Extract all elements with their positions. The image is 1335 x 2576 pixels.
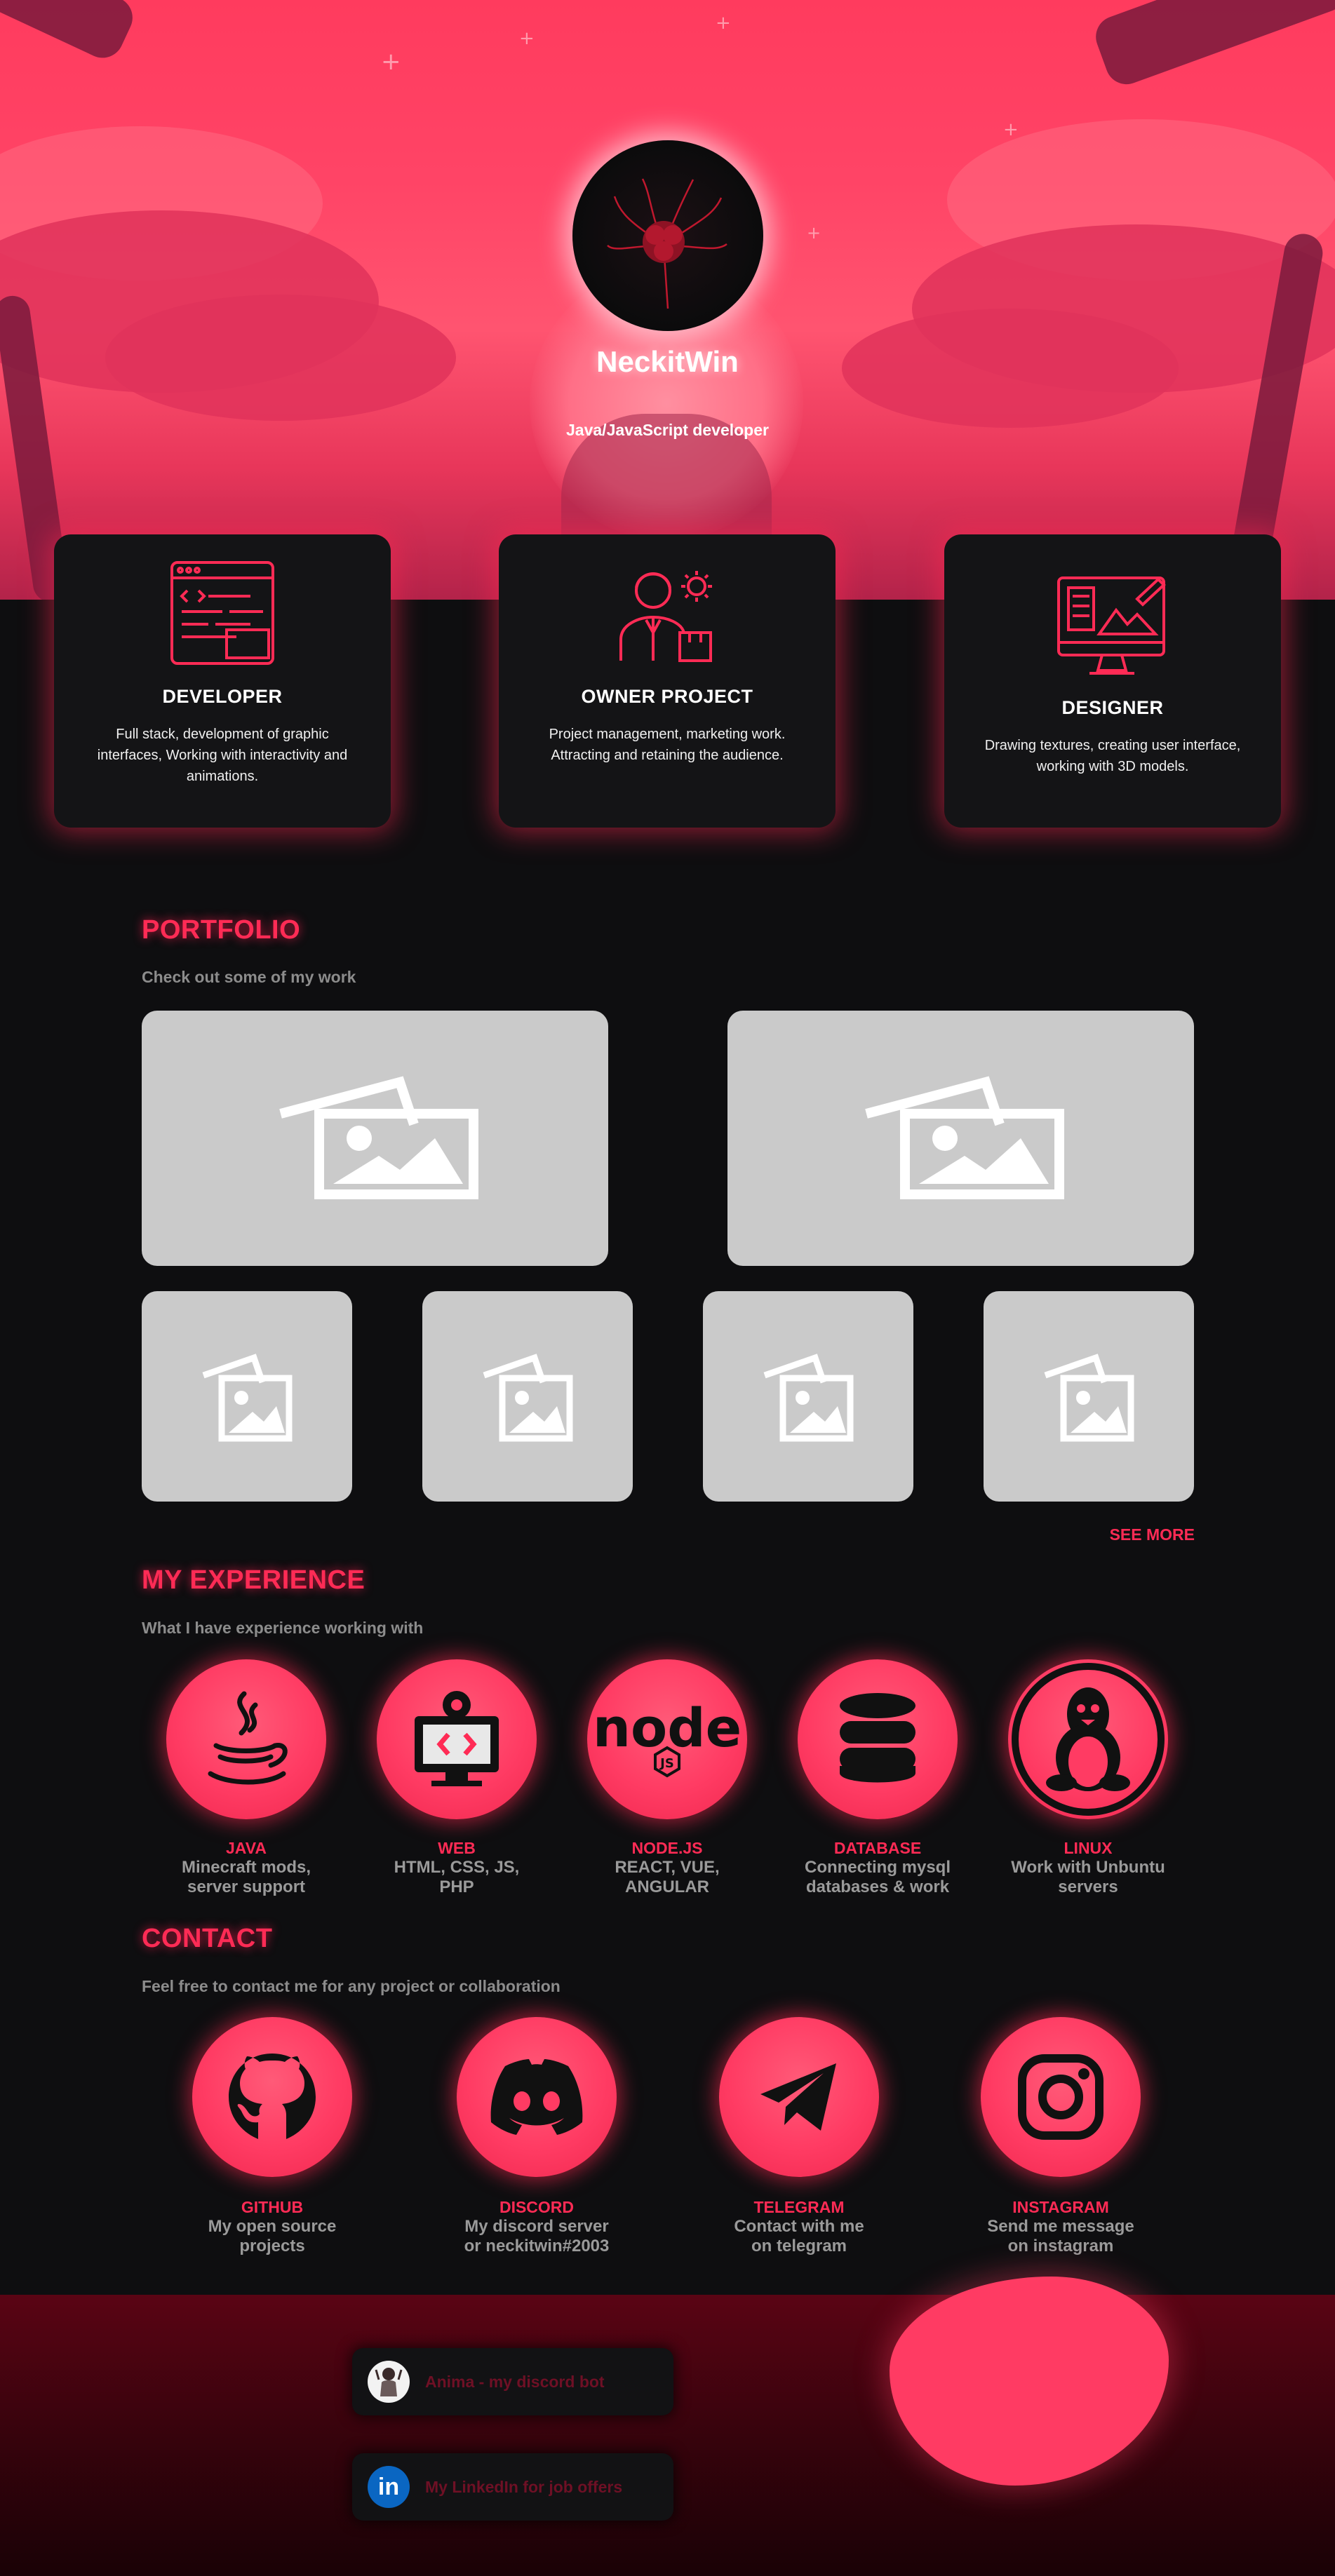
experience-label-linux: LINUX Work with Unbuntu servers — [1011, 1839, 1165, 1896]
discord-icon — [490, 2059, 583, 2135]
discord-bot-link-label: Anima - my discord bot — [425, 2372, 605, 2391]
profile-subtitle: Java/JavaScript developer — [566, 421, 769, 439]
spider-lily-icon — [607, 178, 727, 309]
portfolio-item-small[interactable] — [984, 1291, 1194, 1502]
sparkle-icon: + — [381, 48, 401, 76]
section-subtitle-portfolio: Check out some of my work — [142, 968, 356, 986]
svg-text:node: node — [593, 1697, 741, 1759]
portfolio-item-large[interactable] — [142, 1011, 608, 1266]
portfolio-item-small[interactable] — [142, 1291, 352, 1502]
linux-icon — [1012, 1663, 1165, 1816]
linkedin-icon: in — [368, 2466, 410, 2508]
discord-bot-link[interactable]: Anima - my discord bot — [352, 2348, 673, 2415]
portfolio-item-small[interactable] — [422, 1291, 633, 1502]
card-designer: DESIGNER Drawing textures, creating user… — [944, 534, 1281, 828]
github-button[interactable] — [192, 2017, 352, 2177]
linkedin-link-label: My LinkedIn for job offers — [425, 2477, 623, 2496]
experience-linux — [1008, 1659, 1168, 1819]
java-icon — [208, 1691, 288, 1785]
code-window-icon — [54, 557, 391, 672]
card-developer: DEVELOPER Full stack, development of gra… — [54, 534, 391, 828]
card-owner-project: OWNER PROJECT Project management, market… — [499, 534, 836, 828]
image-placeholder-icon — [763, 1354, 854, 1442]
card-title: DESIGNER — [1061, 697, 1164, 718]
image-placeholder-icon — [864, 1076, 1064, 1199]
instagram-icon — [1018, 2054, 1103, 2140]
contact-label-discord: DISCORD My discord server or neckitwin#2… — [464, 2198, 610, 2255]
sparkle-icon: + — [716, 13, 731, 34]
sparkle-icon: + — [1003, 119, 1019, 140]
card-description: Project management, marketing work. Attr… — [549, 727, 786, 763]
image-placeholder-icon — [483, 1354, 573, 1442]
portfolio-item-small[interactable] — [703, 1291, 913, 1502]
bot-avatar-icon — [368, 2361, 410, 2403]
telegram-icon — [760, 2063, 836, 2131]
experience-nodejs: node JS — [587, 1659, 747, 1819]
experience-label-nodejs: NODE.JS REACT, VUE, ANGULAR — [615, 1839, 720, 1896]
database-icon — [840, 1693, 915, 1783]
experience-java — [166, 1659, 326, 1819]
instagram-button[interactable] — [981, 2017, 1141, 2177]
image-placeholder-icon — [279, 1076, 478, 1199]
section-title-experience: MY EXPERIENCE — [142, 1565, 365, 1595]
contact-label-telegram: TELEGRAM Contact with me on telegram — [734, 2198, 864, 2255]
card-title: OWNER PROJECT — [581, 686, 753, 707]
see-more-link[interactable]: SEE MORE — [1106, 1525, 1195, 1544]
experience-label-java: JAVA Minecraft mods, server support — [181, 1839, 311, 1896]
web-icon — [415, 1691, 499, 1786]
experience-web — [377, 1659, 537, 1819]
section-subtitle-experience: What I have experience working with — [142, 1619, 424, 1637]
experience-label-web: WEB HTML, CSS, JS, PHP — [394, 1839, 520, 1896]
experience-database — [798, 1659, 958, 1819]
section-subtitle-contact: Feel free to contact me for any project … — [142, 1977, 561, 1995]
section-title-portfolio: PORTFOLIO — [142, 915, 301, 945]
card-title: DEVELOPER — [162, 686, 283, 707]
sparkle-icon: + — [807, 223, 821, 243]
image-placeholder-icon — [202, 1354, 293, 1442]
card-description: Drawing textures, creating user interfac… — [984, 738, 1241, 774]
manager-gear-icon — [499, 562, 836, 670]
discord-button[interactable] — [457, 2017, 617, 2177]
hero-banner: + + + + + NeckitWin Java/JavaScript deve… — [0, 0, 1335, 600]
image-placeholder-icon — [1044, 1354, 1134, 1442]
telegram-button[interactable] — [719, 2017, 879, 2177]
profile-name: NeckitWin — [596, 345, 739, 378]
contact-label-instagram: INSTAGRAM Send me message on instagram — [987, 2198, 1134, 2255]
nodejs-icon: node JS — [593, 1697, 741, 1778]
experience-label-database: DATABASE Connecting mysql databases & wo… — [804, 1839, 951, 1896]
svg-text:JS: JS — [659, 1756, 674, 1771]
contact-label-github: GITHUB My open source projects — [208, 2198, 337, 2255]
design-monitor-icon — [944, 571, 1281, 686]
linkedin-link[interactable]: in My LinkedIn for job offers — [352, 2453, 673, 2521]
section-title-contact: CONTACT — [142, 1924, 273, 1953]
sparkle-icon: + — [519, 28, 535, 49]
github-icon — [229, 2054, 316, 2139]
card-description: Full stack, development of graphic inter… — [97, 727, 348, 784]
portfolio-item-large[interactable] — [727, 1011, 1194, 1266]
avatar — [572, 140, 763, 331]
